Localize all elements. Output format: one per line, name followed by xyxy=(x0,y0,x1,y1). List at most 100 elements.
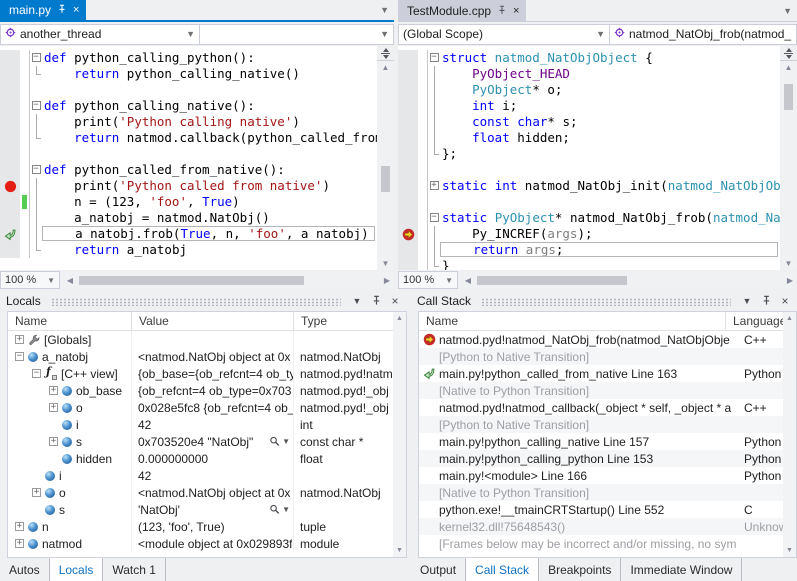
code-line[interactable]: −def python_calling_native(): xyxy=(0,98,377,114)
fold-margin[interactable] xyxy=(427,194,440,210)
fold-margin[interactable] xyxy=(427,130,440,146)
pin-icon[interactable] xyxy=(758,293,774,309)
code-line[interactable]: −static PyObject* natmod_NatObj_frob(nat… xyxy=(398,210,780,226)
column-header-name[interactable]: Name xyxy=(8,312,132,330)
locals-row[interactable]: hidden0.000000000float xyxy=(8,450,406,467)
visualizer-button[interactable]: ▼ xyxy=(269,504,290,515)
expand-icon[interactable]: + xyxy=(430,181,439,190)
code-line[interactable] xyxy=(0,146,377,162)
horizontal-scrollbar[interactable]: ◀ ▶ xyxy=(461,272,797,289)
code-text[interactable]: }; xyxy=(440,146,780,162)
locals-row[interactable]: −a_natobj<natmod.NatObj object at 0xnatm… xyxy=(8,348,406,365)
locals-row[interactable]: +o0x028e5fc8 {ob_refcnt=4 ob_tnatmod.pyd… xyxy=(8,399,406,416)
scroll-down-icon[interactable]: ▼ xyxy=(396,547,403,554)
fold-margin[interactable]: − xyxy=(29,162,42,178)
fold-margin[interactable] xyxy=(427,98,440,114)
gutter[interactable] xyxy=(0,82,20,98)
tab-breakpoints[interactable]: Breakpoints xyxy=(539,558,621,581)
code-text[interactable]: return natmod.callback(python_called_fro… xyxy=(42,130,377,146)
gutter[interactable] xyxy=(398,50,418,66)
close-icon[interactable]: × xyxy=(513,6,519,16)
gutter[interactable] xyxy=(398,194,418,210)
fold-margin[interactable]: − xyxy=(29,50,42,66)
zoom-dropdown[interactable]: 100 % ▼ xyxy=(0,271,60,289)
locals-row[interactable]: +n(123, 'foo', True)tuple xyxy=(8,518,406,535)
scroll-right-icon[interactable]: ▶ xyxy=(783,276,797,285)
code-line[interactable]: −def python_calling_python(): xyxy=(0,50,377,66)
call-stack-row[interactable]: main.py!python_called_from_native Line 1… xyxy=(419,365,796,382)
scroll-up-icon[interactable]: ▲ xyxy=(396,315,403,322)
close-icon[interactable]: × xyxy=(387,293,403,309)
code-text[interactable]: return args; xyxy=(440,242,778,257)
scroll-track[interactable] xyxy=(475,272,783,289)
fold-margin[interactable]: − xyxy=(29,98,42,114)
gutter[interactable] xyxy=(398,130,418,146)
fold-margin[interactable] xyxy=(427,162,440,178)
code-line[interactable]: const char* s; xyxy=(398,114,780,130)
call-stack-row[interactable]: main.py!python_calling_native Line 157Py… xyxy=(419,433,796,450)
scroll-thumb[interactable] xyxy=(477,276,627,285)
code-line[interactable] xyxy=(398,162,780,178)
fold-margin[interactable] xyxy=(427,82,440,98)
gutter[interactable] xyxy=(0,226,20,242)
scroll-thumb[interactable] xyxy=(381,166,390,192)
gutter[interactable] xyxy=(0,242,20,258)
code-line[interactable]: float hidden; xyxy=(398,130,780,146)
locals-row[interactable]: +o<natmod.NatObj object at 0xnatmod.NatO… xyxy=(8,484,406,501)
collapse-icon[interactable]: − xyxy=(32,53,41,62)
code-editor-main-py[interactable]: −def python_calling_python(): return pyt… xyxy=(0,46,394,270)
call-stack-row[interactable]: [Frames below may be incorrect and/or mi… xyxy=(419,535,796,552)
code-editor-testmodule-cpp[interactable]: −struct natmod_NatObjObject { PyObject_H… xyxy=(398,46,797,270)
code-text[interactable]: print('Python calling native') xyxy=(42,114,377,130)
fold-margin[interactable] xyxy=(427,146,440,162)
fold-margin[interactable]: − xyxy=(427,50,440,66)
scroll-down-icon[interactable]: ▼ xyxy=(786,547,793,554)
scroll-up-icon[interactable]: ▲ xyxy=(785,61,793,74)
code-line[interactable]: a_natobj = natmod.NatObj() xyxy=(0,210,377,226)
collapse-icon[interactable]: − xyxy=(32,165,41,174)
code-line[interactable]: return natmod.callback(python_called_fro… xyxy=(0,130,377,146)
column-header-value[interactable]: Value xyxy=(132,312,294,330)
gutter[interactable] xyxy=(398,98,418,114)
code-text[interactable] xyxy=(42,82,377,98)
scope-dropdown[interactable]: another_thread ▼ xyxy=(0,24,200,45)
code-text[interactable]: a_natobj = natmod.NatObj() xyxy=(42,210,377,226)
pin-icon[interactable] xyxy=(497,4,507,18)
code-text[interactable]: a_natobj.frob(True, n, 'foo', a_natobj) xyxy=(42,226,375,241)
scroll-splitter-icon[interactable] xyxy=(780,46,797,61)
tab-immediate-window[interactable]: Immediate Window xyxy=(621,558,742,581)
scroll-track[interactable] xyxy=(377,74,394,257)
gutter[interactable] xyxy=(0,130,20,146)
locals-row[interactable]: −ƒ[C++ view]{ob_base={ob_refcnt=4 ob_tyn… xyxy=(8,365,406,382)
fold-margin[interactable] xyxy=(29,146,42,162)
window-menu-icon[interactable]: ▼ xyxy=(349,293,365,309)
gutter[interactable] xyxy=(398,162,418,178)
tab-locals[interactable]: Locals xyxy=(50,558,104,581)
code-text[interactable]: PyObject_HEAD xyxy=(440,66,780,82)
code-text[interactable]: return a_natobj xyxy=(42,242,377,258)
code-text[interactable]: static PyObject* natmod_NatObj_frob(natm… xyxy=(440,210,780,226)
call-stack-row[interactable]: main.py!<module> Line 166Python xyxy=(419,467,796,484)
expander-icon[interactable]: + xyxy=(49,403,58,412)
window-menu-icon[interactable]: ▼ xyxy=(739,293,755,309)
fold-margin[interactable] xyxy=(29,178,42,194)
collapse-icon[interactable]: − xyxy=(430,213,439,222)
locals-row[interactable]: i42 xyxy=(8,467,406,484)
code-text[interactable]: def python_calling_python(): xyxy=(42,50,377,66)
code-text[interactable] xyxy=(42,146,377,162)
code-line[interactable]: −def python_called_from_native(): xyxy=(0,162,377,178)
code-text[interactable]: struct natmod_NatObjObject { xyxy=(440,50,780,66)
code-text[interactable]: int i; xyxy=(440,98,780,114)
fold-margin[interactable]: − xyxy=(427,210,440,226)
call-stack-row[interactable]: main.py!python_calling_python Line 153Py… xyxy=(419,450,796,467)
fold-margin[interactable]: + xyxy=(427,178,440,194)
close-icon[interactable]: × xyxy=(73,5,79,15)
tab-autos[interactable]: Autos xyxy=(0,558,50,581)
fold-margin[interactable] xyxy=(427,66,440,82)
fold-margin[interactable] xyxy=(29,66,42,82)
fold-margin[interactable] xyxy=(29,242,42,258)
zoom-dropdown[interactable]: 100 % ▼ xyxy=(398,271,458,289)
locals-row[interactable]: +[Globals] xyxy=(8,331,406,348)
scroll-track[interactable] xyxy=(780,74,797,257)
code-line[interactable]: print('Python calling native') xyxy=(0,114,377,130)
